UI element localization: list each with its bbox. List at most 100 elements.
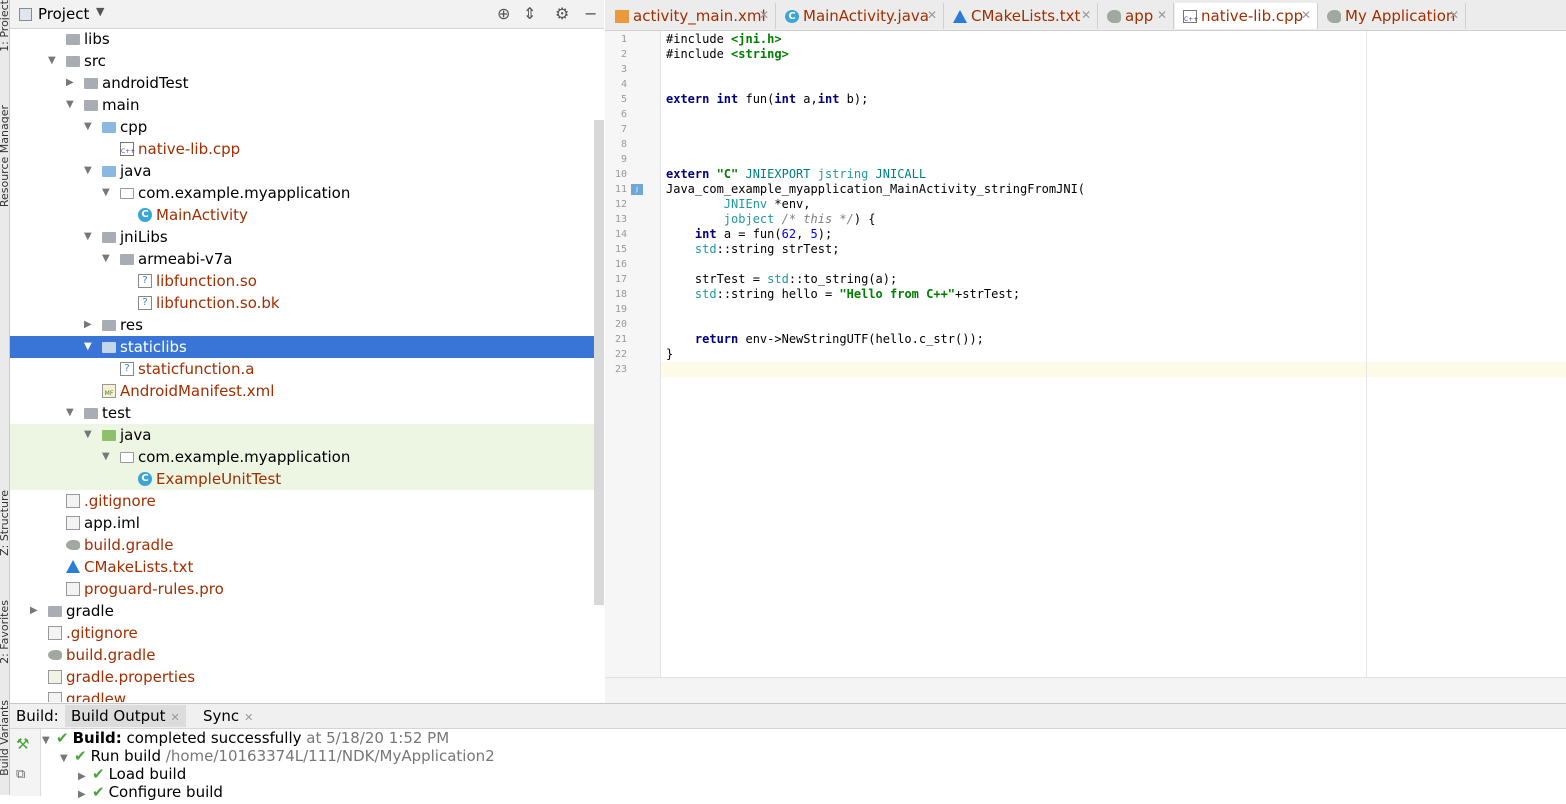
tab-native-lib-cpp[interactable]: C++ native-lib.cpp ✕ (1175, 3, 1318, 29)
close-icon[interactable]: ✕ (244, 711, 253, 724)
tree-item[interactable]: ▶ res (10, 314, 604, 336)
locate-icon[interactable]: ⊕ (497, 4, 510, 23)
tree-item[interactable]: ▼ armeabi-v7a (10, 248, 604, 270)
chevron-right-icon[interactable]: ▶ (30, 605, 38, 616)
tab-cmakelists[interactable]: CMakeLists.txt ✕ (945, 3, 1098, 29)
tree-item[interactable]: .gitignore (10, 622, 604, 644)
close-icon[interactable]: ✕ (927, 8, 937, 22)
tree-item[interactable]: ▶ gradle (10, 600, 604, 622)
collapse-icon[interactable]: ⇕ (523, 4, 536, 23)
chevron-down-icon[interactable]: ▼ (96, 5, 104, 18)
close-icon[interactable]: ✕ (171, 711, 180, 724)
tree-item[interactable]: app.iml (10, 512, 604, 534)
chevron-down-icon[interactable]: ▼ (84, 165, 92, 176)
tree-item[interactable]: CMakeLists.txt (10, 556, 604, 578)
tab-mainactivity-java[interactable]: C MainActivity.java ✕ (777, 3, 944, 29)
tree-item[interactable]: ▼ cpp (10, 116, 604, 138)
build-output-row[interactable]: ▼ ✔ Build: completed successfully at 5/18/… (42, 729, 449, 747)
close-icon[interactable]: ✕ (1157, 8, 1167, 22)
tree-item[interactable]: gradle.properties (10, 666, 604, 688)
code-line[interactable]: strTest = std::to_string(a); (666, 272, 897, 287)
editor-gutter[interactable]: J 1 2 3 4 5 6 7 8 9 10 11 12 13 14 15 16 17 18 19 20 21 22 23 (605, 31, 661, 677)
tree-item[interactable]: build.gradle (10, 534, 604, 556)
code-line[interactable]: extern int fun(int a,int b); (666, 92, 868, 107)
tree-item[interactable]: ▼ com.example.myapplication (10, 182, 604, 204)
project-scrollbar[interactable] (594, 120, 604, 605)
tree-item[interactable]: ▼ java (10, 160, 604, 182)
chevron-down-icon[interactable]: ▼ (48, 55, 56, 66)
build-output-row[interactable]: ▶ ✔ Load build (78, 765, 186, 783)
tree-item[interactable]: ▼ jniLibs (10, 226, 604, 248)
java-native-link-icon[interactable]: J (631, 184, 643, 195)
build-output-row[interactable]: ▶ ✔ Configure build (78, 783, 223, 801)
code-line[interactable]: extern "C" JNIEXPORT jstring JNICALL (666, 167, 926, 182)
gear-icon[interactable]: ⚙ (555, 4, 569, 23)
tree-item[interactable]: ▼ src (10, 50, 604, 72)
tree-item[interactable]: C MainActivity (10, 204, 604, 226)
tree-item[interactable]: libs (10, 28, 604, 50)
tab-build-output[interactable]: Build Output ✕ (65, 705, 186, 727)
chevron-down-icon[interactable]: ▼ (84, 341, 92, 352)
chevron-down-icon[interactable]: ▼ (84, 231, 92, 242)
tree-item[interactable]: .gitignore (10, 490, 604, 512)
chevron-right-icon[interactable]: ▶ (84, 319, 92, 330)
tree-item[interactable]: build.gradle (10, 644, 604, 666)
close-icon[interactable]: ✕ (1449, 8, 1459, 22)
code-line[interactable]: #include <jni.h> (666, 32, 782, 47)
project-panel-title[interactable]: Project (38, 5, 89, 23)
tool-tab-structure[interactable]: Z: Structure (0, 490, 9, 580)
code-line[interactable]: return env->NewStringUTF(hello.c_str()); (666, 332, 984, 347)
tree-item[interactable]: ▼ staticlibs (10, 336, 604, 358)
toggle-view-icon[interactable]: ⧉ (16, 767, 25, 782)
tree-item[interactable]: ▼ com.example.myapplication (10, 446, 604, 468)
tree-item[interactable]: ▼ java (10, 424, 604, 446)
chevron-down-icon[interactable]: ▼ (102, 187, 110, 198)
tab-my-application[interactable]: My Application ✕ (1319, 3, 1466, 29)
chevron-right-icon[interactable]: ▶ (78, 786, 92, 804)
close-icon[interactable]: ✕ (1301, 8, 1311, 22)
chevron-down-icon[interactable]: ▼ (66, 99, 74, 110)
code-line[interactable]: #include <string> (666, 47, 789, 62)
code-line[interactable]: int a = fun(62, 5); (666, 227, 832, 242)
code-line[interactable]: Java_com_example_myapplication_MainActiv… (666, 182, 1085, 197)
tool-tab-project[interactable]: 1: Project (0, 0, 9, 90)
chevron-down-icon[interactable]: ▼ (42, 732, 56, 750)
tree-item[interactable]: C ExampleUnitTest (10, 468, 604, 490)
tree-item[interactable]: ▼ main (10, 94, 604, 116)
tool-tab-favorites[interactable]: 2: Favorites (0, 600, 9, 670)
chevron-down-icon[interactable]: ▼ (84, 121, 92, 132)
tree-item-label: proguard-rules.pro (84, 580, 224, 598)
close-icon[interactable]: ✕ (759, 8, 769, 22)
chevron-down-icon[interactable]: ▼ (60, 750, 74, 768)
chevron-down-icon[interactable]: ▼ (102, 253, 110, 264)
code-line[interactable]: } (666, 347, 673, 362)
chevron-down-icon[interactable]: ▼ (66, 407, 74, 418)
close-icon[interactable]: ✕ (1081, 8, 1091, 22)
tree-item[interactable]: proguard-rules.pro (10, 578, 604, 600)
chevron-down-icon[interactable]: ▼ (102, 451, 110, 462)
tree-item[interactable]: ▼ test (10, 402, 604, 424)
code-line[interactable]: jobject /* this */) { (666, 212, 876, 227)
build-output-row[interactable]: ▼ ✔ Run build /home/10163374L/111/NDK/MyAp… (60, 747, 495, 765)
code-line[interactable]: std::string strTest; (666, 242, 840, 257)
hammer-icon[interactable]: ⚒ (16, 735, 29, 753)
tree-item[interactable]: MF AndroidManifest.xml (10, 380, 604, 402)
tree-item[interactable]: ? libfunction.so (10, 270, 604, 292)
tree-item[interactable]: gradlew (10, 688, 604, 702)
tool-tab-resource-manager[interactable]: Resource Manager (0, 105, 9, 235)
tab-app[interactable]: app ✕ (1099, 3, 1174, 29)
code-line[interactable]: JNIEnv *env, (666, 197, 811, 212)
code-editor[interactable]: #include <jni.h> #include <string> extern … (661, 31, 1566, 677)
tab-activity-main-xml[interactable]: activity_main.xml ✕ (607, 3, 776, 29)
tab-sync[interactable]: Sync ✕ (203, 707, 253, 725)
tree-item-label: com.example.myapplication (138, 184, 351, 202)
tree-item[interactable]: ? libfunction.so.bk (10, 292, 604, 314)
tree-item[interactable]: ▶ androidTest (10, 72, 604, 94)
hide-icon[interactable]: − (584, 4, 597, 23)
tool-tab-build-variants[interactable]: Build Variants (0, 700, 9, 795)
chevron-down-icon[interactable]: ▼ (84, 429, 92, 440)
chevron-right-icon[interactable]: ▶ (66, 77, 74, 88)
code-line[interactable]: std::string hello = "Hello from C++"+str… (666, 287, 1020, 302)
tree-item[interactable]: C++ native-lib.cpp (10, 138, 604, 160)
tree-item[interactable]: ? staticfunction.a (10, 358, 604, 380)
